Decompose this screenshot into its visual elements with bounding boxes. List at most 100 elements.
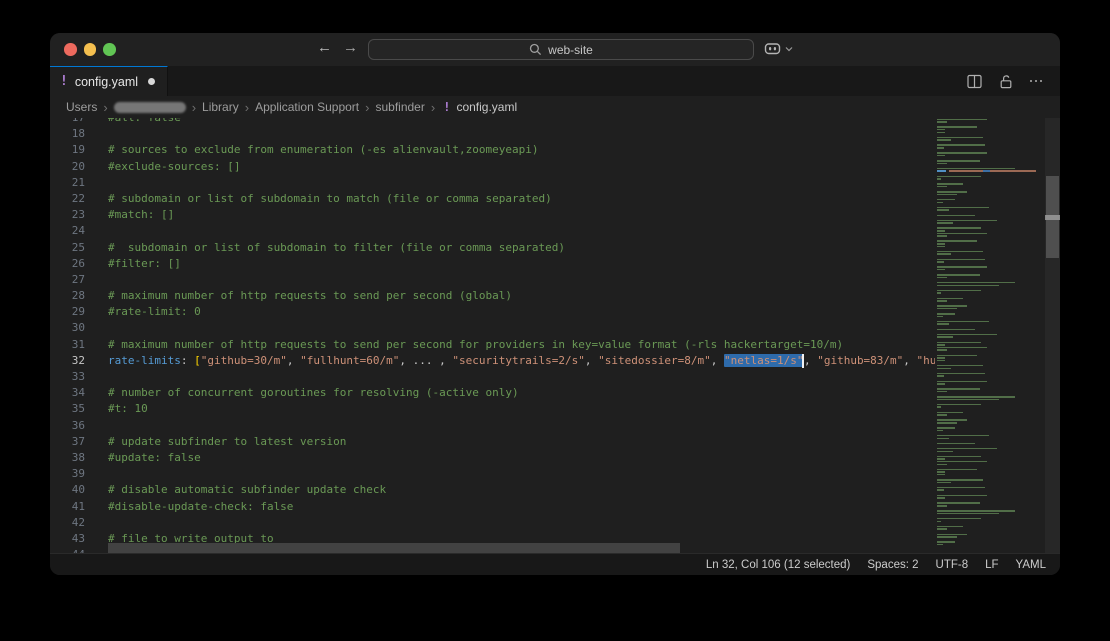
code-text: # subdomain or list of subdomain to matc… [108, 191, 552, 207]
vscode-window: ← → web-site ! config.yaml [50, 33, 1060, 575]
line-number: 25 [50, 240, 85, 256]
code-text: #disable-update-check: false [108, 499, 293, 515]
unlock-icon[interactable] [999, 74, 1013, 89]
code-line-22[interactable]: 22# subdomain or list of subdomain to ma… [50, 191, 935, 207]
tab-bar: ! config.yaml [50, 66, 1060, 96]
code-text: #all: false [108, 118, 181, 126]
code-line-39[interactable]: 39 [50, 466, 935, 482]
selected-text: "netlas=1/s" [724, 354, 803, 367]
code-line-42[interactable]: 42 [50, 515, 935, 531]
code-line-21[interactable]: 21 [50, 175, 935, 191]
line-number: 30 [50, 320, 85, 336]
zoom-window-button[interactable] [103, 43, 116, 56]
line-number: 37 [50, 434, 85, 450]
line-number: 33 [50, 369, 85, 385]
code-line-19[interactable]: 19# sources to exclude from enumeration … [50, 142, 935, 158]
minimize-window-button[interactable] [84, 43, 97, 56]
code-line-41[interactable]: 41 #disable-update-check: false [50, 499, 935, 515]
code-line-20[interactable]: 20 #exclude-sources: [] [50, 159, 935, 175]
code-line-28[interactable]: 28# maximum number of http requests to s… [50, 288, 935, 304]
status-eol[interactable]: LF [985, 559, 998, 571]
code-line-35[interactable]: 35#t: 10 [50, 401, 935, 417]
line-number: 27 [50, 272, 85, 288]
code-text: # subdomain or list of subdomain to filt… [108, 240, 565, 256]
titlebar: ← → web-site [50, 33, 1060, 66]
code-line-37[interactable]: 37 # update subfinder to latest version [50, 434, 935, 450]
code-line-40[interactable]: 40# disable automatic subfinder update c… [50, 482, 935, 498]
line-number: 17 [50, 118, 85, 126]
search-icon [529, 43, 542, 56]
line-number: 20 [50, 159, 85, 175]
editor-pane[interactable]: 17 #all: false 1819# sources to exclude fr… [50, 118, 1060, 553]
line-number: 23 [50, 207, 85, 223]
breadcrumb: Users››Library›Application Support›subfi… [50, 96, 1060, 118]
modified-indicator [148, 78, 155, 85]
line-number: 41 [50, 499, 85, 515]
command-center-search[interactable]: web-site [368, 39, 754, 60]
code-text: #filter: [] [108, 256, 181, 272]
code-line-24[interactable]: 24 [50, 223, 935, 239]
status-indentation[interactable]: Spaces: 2 [867, 559, 918, 571]
code-line-31[interactable]: 31 # maximum number of http requests to s… [50, 337, 935, 353]
copilot-button[interactable] [764, 41, 793, 56]
minimap-line [937, 543, 1045, 546]
line-number: 32 [50, 353, 85, 369]
vertical-scrollbar[interactable] [1045, 118, 1060, 553]
code-line-29[interactable]: 29#rate-limit: 0 [50, 304, 935, 320]
breadcrumb-separator: › [431, 101, 435, 114]
back-button[interactable]: ← [317, 39, 332, 56]
code-line-34[interactable]: 34 # number of concurrent goroutines for … [50, 385, 935, 401]
line-number: 18 [50, 126, 85, 142]
line-number: 38 [50, 450, 85, 466]
status-cursor-position[interactable]: Ln 32, Col 106 (12 selected) [706, 559, 850, 571]
yaml-file-icon: ! [60, 74, 68, 89]
breadcrumb-item-application-support[interactable]: Application Support [255, 100, 359, 114]
horizontal-scrollbar-thumb[interactable] [108, 543, 680, 553]
code-text: # update subfinder to latest version [108, 434, 346, 450]
status-bar: Ln 32, Col 106 (12 selected) Spaces: 2 UTF… [50, 553, 1060, 575]
tab-config-yaml[interactable]: ! config.yaml [50, 66, 168, 96]
code-text: # maximum number of http requests to sen… [108, 337, 843, 353]
minimap[interactable] [935, 118, 1045, 553]
code-line-38[interactable]: 38#update: false [50, 450, 935, 466]
code-line-32[interactable]: 32rate-limits: ["github=30/m", "fullhunt… [50, 353, 935, 369]
tab-label: config.yaml [75, 75, 138, 89]
status-language-mode[interactable]: YAML [1016, 559, 1046, 571]
status-encoding[interactable]: UTF-8 [936, 559, 969, 571]
breadcrumb-item-config-yaml[interactable]: !config.yaml [441, 100, 517, 114]
code-line-23[interactable]: 23 #match: [] [50, 207, 935, 223]
code-line-25[interactable]: 25 # subdomain or list of subdomain to fi… [50, 240, 935, 256]
code-line-17[interactable]: 17 #all: false [50, 118, 935, 126]
code-line-18[interactable]: 18 [50, 126, 935, 142]
code-line-33[interactable]: 33 [50, 369, 935, 385]
code-text: # sources to exclude from enumeration (-… [108, 142, 538, 158]
code-line-30[interactable]: 30 [50, 320, 935, 336]
line-number: 35 [50, 401, 85, 417]
editor-actions [967, 66, 1061, 96]
code-text: # number of concurrent goroutines for re… [108, 385, 519, 401]
line-number: 29 [50, 304, 85, 320]
close-window-button[interactable] [64, 43, 77, 56]
breadcrumb-item-users[interactable]: Users [66, 100, 97, 114]
code-line-36[interactable]: 36 [50, 418, 935, 434]
breadcrumb-item-library[interactable]: Library [202, 100, 239, 114]
breadcrumb-item-subfinder[interactable]: subfinder [375, 100, 424, 114]
forward-button[interactable]: → [343, 39, 358, 56]
breadcrumb-label: Users [66, 100, 97, 114]
line-number: 34 [50, 385, 85, 401]
yaml-file-icon: ! [443, 100, 450, 114]
line-number: 31 [50, 337, 85, 353]
code-text: #exclude-sources: [] [108, 159, 240, 175]
code-text: # disable automatic subfinder update che… [108, 482, 386, 498]
code-lines: 17 #all: false 1819# sources to exclude fr… [50, 118, 935, 553]
code-line-27[interactable]: 27 [50, 272, 935, 288]
horizontal-scrollbar[interactable] [50, 543, 935, 553]
line-number: 39 [50, 466, 85, 482]
split-editor-icon[interactable] [967, 74, 982, 89]
breadcrumb-separator: › [365, 101, 369, 114]
line-number: 21 [50, 175, 85, 191]
code-text: #match: [] [108, 207, 174, 223]
breadcrumb-item-redacted-user[interactable] [114, 102, 186, 113]
more-actions-icon[interactable] [1030, 80, 1043, 83]
code-line-26[interactable]: 26#filter: [] [50, 256, 935, 272]
